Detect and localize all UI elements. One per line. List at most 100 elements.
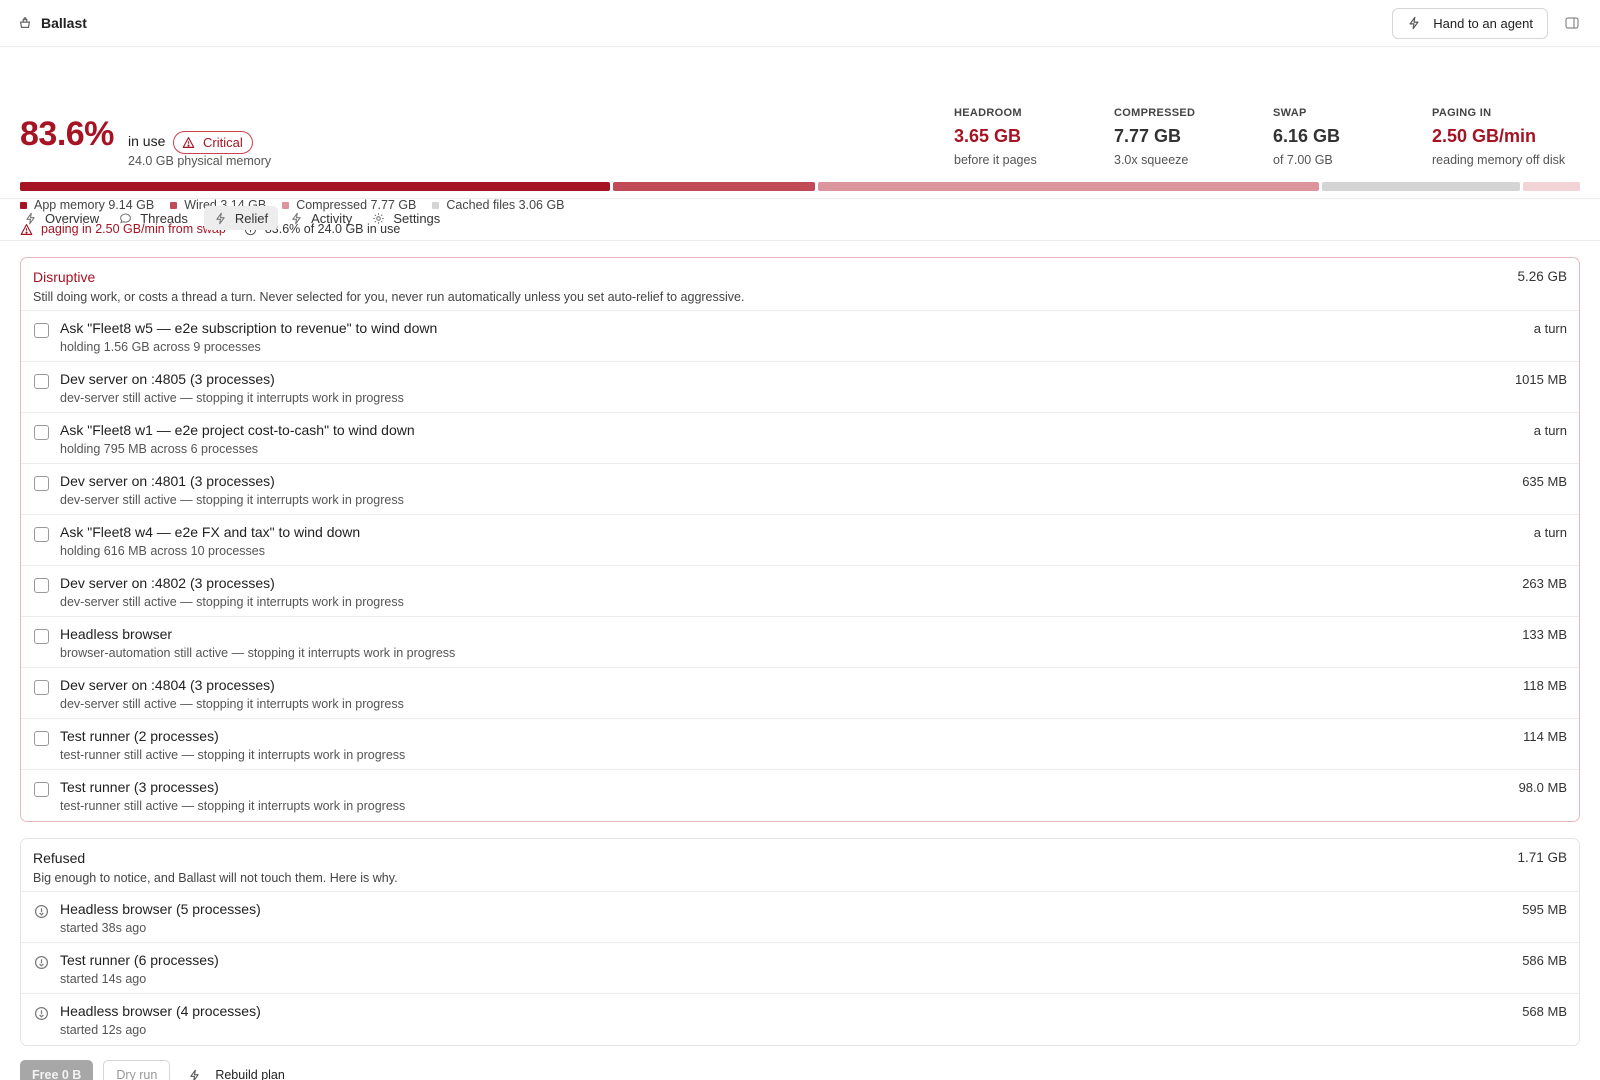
- item-size: 133 MB: [1522, 627, 1567, 642]
- item-checkbox[interactable]: [34, 476, 49, 491]
- item-subtitle: started 38s ago: [60, 921, 147, 935]
- item-title: Ask "Fleet8 w5 — e2e subscription to rev…: [60, 320, 438, 336]
- refused-title: Refused: [33, 850, 86, 866]
- refused-total: 1.71 GB: [1517, 850, 1567, 865]
- tab-threads[interactable]: Threads: [115, 206, 196, 230]
- action-footer: Free 0 B Dry run Rebuild plan: [20, 1060, 293, 1080]
- hand-to-agent-button[interactable]: Hand to an agent: [1392, 7, 1548, 39]
- item-subtitle: dev-server still active — stopping it in…: [60, 595, 404, 609]
- bolt-icon: [214, 212, 227, 225]
- disruptive-item[interactable]: Ask "Fleet8 w1 — e2e project cost-to-cas…: [21, 413, 1579, 464]
- disruptive-item[interactable]: Dev server on :4801 (3 processes) dev-ser…: [21, 464, 1579, 515]
- item-title: Test runner (3 processes): [60, 779, 219, 795]
- item-checkbox[interactable]: [34, 782, 49, 797]
- refused-description: Big enough to notice, and Ballast will n…: [33, 871, 398, 885]
- stat-label: PAGING IN: [1432, 107, 1492, 119]
- item-title: Ask "Fleet8 w4 — e2e FX and tax" to wind…: [60, 524, 361, 540]
- refused-item: Headless browser (4 processes) started 12…: [21, 994, 1579, 1045]
- tab-settings[interactable]: Settings: [368, 206, 448, 230]
- tab-label: Overview: [45, 210, 100, 226]
- item-subtitle: test-runner still active — stopping it i…: [60, 799, 406, 813]
- blocked-circle-icon: [34, 955, 49, 970]
- disruptive-header: Disruptive Still doing work, or costs a …: [21, 258, 1579, 311]
- item-title: Headless browser (4 processes): [60, 1003, 261, 1019]
- stat-paging-in: PAGING IN 2.50 GB/min reading memory off d…: [1432, 107, 1565, 167]
- bolt-icon: [188, 1069, 201, 1080]
- disruptive-item[interactable]: Dev server on :4805 (3 processes) dev-ser…: [21, 362, 1579, 413]
- rebuild-plan-button[interactable]: Rebuild plan: [180, 1060, 293, 1080]
- item-checkbox[interactable]: [34, 629, 49, 644]
- stat-compressed: COMPRESSED 7.77 GB 3.0x squeeze: [1114, 107, 1195, 167]
- tab-bar: Overview Threads Relief Activity Settings: [20, 206, 448, 230]
- disruptive-item[interactable]: Dev server on :4802 (3 processes) dev-ser…: [21, 566, 1579, 617]
- legend-item: Cached files 3.06 GB: [432, 198, 565, 212]
- item-checkbox[interactable]: [34, 731, 49, 746]
- warning-triangle-icon: [182, 136, 195, 149]
- item-size: 114 MB: [1523, 729, 1567, 744]
- stat-label: SWAP: [1273, 107, 1307, 119]
- memory-bar-segment-compressed: [818, 182, 1320, 191]
- physical-memory: 24.0 GB physical memory: [128, 154, 272, 168]
- in-use-label: in use: [128, 133, 166, 149]
- item-title: Dev server on :4801 (3 processes): [60, 473, 275, 489]
- item-checkbox[interactable]: [34, 578, 49, 593]
- refused-section: Refused Big enough to notice, and Ballas…: [20, 838, 1580, 1046]
- hand-to-agent-label: Hand to an agent: [1433, 15, 1533, 31]
- item-subtitle: browser-automation still active — stoppi…: [60, 646, 456, 660]
- tab-relief[interactable]: Relief: [203, 206, 279, 230]
- disruptive-description: Still doing work, or costs a thread a tu…: [33, 290, 745, 304]
- item-subtitle: holding 1.56 GB across 9 processes: [60, 340, 261, 354]
- tab-label: Activity: [311, 210, 353, 226]
- item-subtitle: holding 795 MB across 6 processes: [60, 442, 259, 456]
- disruptive-total: 5.26 GB: [1517, 269, 1567, 284]
- item-size: 586 MB: [1522, 953, 1567, 968]
- item-size: 263 MB: [1522, 576, 1567, 591]
- tab-overview[interactable]: Overview: [20, 206, 107, 230]
- disruptive-item[interactable]: Ask "Fleet8 w4 — e2e FX and tax" to wind…: [21, 515, 1579, 566]
- tabs-divider: [0, 240, 1600, 241]
- disruptive-item[interactable]: Ask "Fleet8 w5 — e2e subscription to rev…: [21, 311, 1579, 362]
- memory-percent: 83.6%: [20, 115, 114, 153]
- memory-bar-segment-free: [1522, 182, 1580, 191]
- item-checkbox[interactable]: [34, 323, 49, 338]
- memory-bar-segment-app-memory: [20, 182, 610, 191]
- item-title: Headless browser: [60, 626, 173, 642]
- stat-value: 6.16 GB: [1273, 126, 1341, 146]
- item-size: 98.0 MB: [1518, 780, 1567, 795]
- item-title: Ask "Fleet8 w1 — e2e project cost-to-cas…: [60, 422, 415, 438]
- tab-activity[interactable]: Activity: [286, 206, 360, 230]
- free-button[interactable]: Free 0 B: [20, 1060, 94, 1080]
- item-checkbox[interactable]: [34, 680, 49, 695]
- disruptive-item[interactable]: Headless browser browser-automation still…: [21, 617, 1579, 668]
- tab-label: Settings: [393, 210, 441, 226]
- blocked-circle-icon: [34, 1006, 49, 1021]
- ballast-logo-icon: [18, 16, 32, 30]
- app-title: Ballast: [41, 15, 87, 31]
- item-size: 635 MB: [1522, 474, 1567, 489]
- item-size: 118 MB: [1523, 678, 1567, 693]
- item-checkbox[interactable]: [34, 527, 49, 542]
- item-title: Dev server on :4805 (3 processes): [60, 371, 275, 387]
- item-checkbox[interactable]: [34, 425, 49, 440]
- item-size: a turn: [1533, 525, 1567, 540]
- item-title: Dev server on :4804 (3 processes): [60, 677, 275, 693]
- disruptive-item[interactable]: Test runner (2 processes) test-runner sti…: [21, 719, 1579, 770]
- stat-value: 7.77 GB: [1114, 126, 1182, 146]
- sidebar-toggle-icon[interactable]: [1564, 15, 1580, 31]
- disruptive-item[interactable]: Dev server on :4804 (3 processes) dev-ser…: [21, 668, 1579, 719]
- stat-sub: 3.0x squeeze: [1114, 153, 1189, 167]
- disruptive-section: Disruptive Still doing work, or costs a …: [20, 257, 1580, 822]
- stat-swap: SWAP 6.16 GB of 7.00 GB: [1273, 107, 1340, 167]
- bolt-icon: [290, 212, 303, 225]
- disruptive-item[interactable]: Test runner (3 processes) test-runner sti…: [21, 770, 1579, 821]
- item-subtitle: test-runner still active — stopping it i…: [60, 748, 406, 762]
- dry-run-button[interactable]: Dry run: [103, 1060, 171, 1080]
- item-checkbox[interactable]: [34, 374, 49, 389]
- bolt-icon: [1407, 16, 1421, 30]
- legend-label: Cached files 3.06 GB: [446, 198, 565, 212]
- item-subtitle: dev-server still active — stopping it in…: [60, 697, 404, 711]
- item-title: Dev server on :4802 (3 processes): [60, 575, 275, 591]
- top-bar: Ballast Hand to an agent: [0, 0, 1600, 47]
- gear-icon: [372, 212, 385, 225]
- memory-bar-segment-wired: [612, 182, 816, 191]
